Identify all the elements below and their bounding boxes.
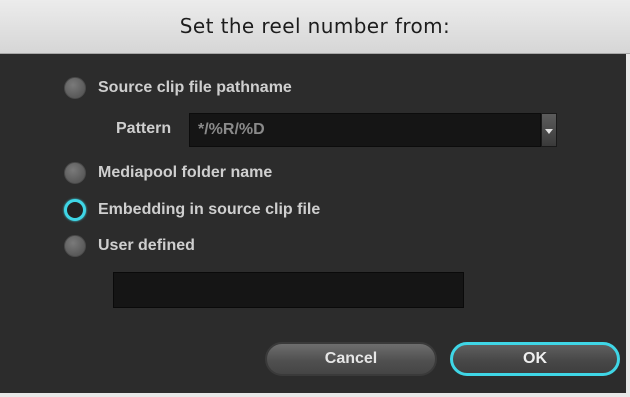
reel-number-dialog: Set the reel number from: Source clip fi… [0, 0, 630, 397]
window-edge [626, 54, 630, 397]
chevron-down-icon [545, 129, 553, 134]
option-label: Embedding in source clip file [98, 201, 321, 218]
user-defined-input[interactable] [113, 272, 464, 308]
pattern-dropdown-button[interactable] [541, 113, 557, 147]
radio-button[interactable] [64, 235, 86, 257]
radio-button-selected[interactable] [64, 199, 86, 221]
option-source-clip-file-pathname[interactable]: Source clip file pathname [64, 76, 292, 100]
option-label: User defined [98, 237, 195, 254]
radio-button[interactable] [64, 162, 86, 184]
option-label: Mediapool folder name [98, 164, 273, 181]
pattern-field[interactable]: */%R/%D [189, 113, 541, 147]
window-edge [0, 393, 630, 397]
cancel-button[interactable]: Cancel [265, 342, 437, 376]
dialog-titlebar: Set the reel number from: [0, 0, 630, 54]
option-user-defined[interactable]: User defined [64, 234, 195, 258]
radio-button[interactable] [64, 77, 86, 99]
option-mediapool-folder-name[interactable]: Mediapool folder name [64, 161, 272, 185]
pattern-label: Pattern [116, 120, 172, 137]
option-embedding-in-source-clip-file[interactable]: Embedding in source clip file [64, 198, 320, 222]
dialog-title: Set the reel number from: [179, 14, 451, 38]
option-label: Source clip file pathname [98, 79, 292, 96]
ok-button[interactable]: OK [450, 342, 620, 376]
